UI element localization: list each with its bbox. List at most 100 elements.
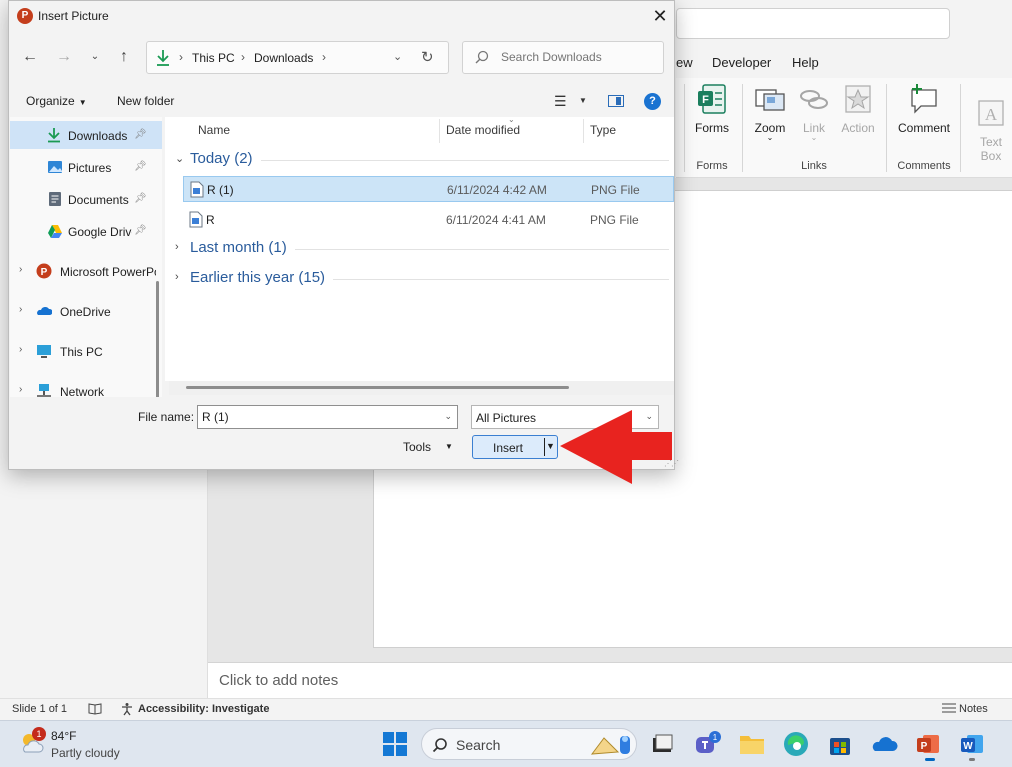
accessibility-status[interactable]: Accessibility: Investigate xyxy=(138,703,269,715)
nav-item-microsoft-powerpoint[interactable]: › P Microsoft PowerPoint xyxy=(10,257,162,285)
notes-toggle-button[interactable]: Notes xyxy=(959,703,988,715)
expand-chevron-icon[interactable]: › xyxy=(19,384,22,395)
teams-icon[interactable]: 1 xyxy=(693,730,721,758)
menu-developer[interactable]: Developer xyxy=(712,55,771,70)
expand-chevron-icon[interactable]: › xyxy=(19,264,22,275)
forward-button[interactable]: → xyxy=(52,45,76,69)
file-type: PNG File xyxy=(591,183,640,197)
comment-icon xyxy=(911,84,937,114)
file-name-input[interactable] xyxy=(202,410,432,424)
insert-button[interactable]: Insert ▼ xyxy=(472,435,558,459)
menu-review[interactable]: ew xyxy=(676,55,693,70)
edge-icon[interactable] xyxy=(782,730,810,758)
column-header-name[interactable]: Name xyxy=(198,123,230,137)
nav-item-downloads[interactable]: Downloads 📌︎ xyxy=(10,121,162,149)
search-input[interactable] xyxy=(501,50,659,64)
breadcrumb-this-pc[interactable]: This PC xyxy=(192,51,235,65)
file-row[interactable]: R 6/11/2024 4:41 AM PNG File xyxy=(183,207,674,233)
breadcrumb-separator[interactable]: › xyxy=(179,50,183,64)
address-bar[interactable]: › This PC › Downloads › ⌄ ↻ xyxy=(146,41,449,74)
documents-icon xyxy=(49,192,61,206)
horizontal-scrollbar-thumb[interactable] xyxy=(186,386,569,389)
collapse-chevron-icon[interactable]: ⌄ xyxy=(175,152,184,165)
spell-check-book-icon[interactable] xyxy=(88,702,102,718)
comment-button[interactable]: Comment xyxy=(894,82,954,135)
organize-button[interactable]: Organize ▼ xyxy=(26,94,87,108)
nav-item-network[interactable]: › Network xyxy=(10,377,162,397)
group-header-last-month[interactable]: › Last month (1) xyxy=(173,238,669,260)
breadcrumb-downloads[interactable]: Downloads xyxy=(254,51,313,65)
nav-item-onedrive[interactable]: › OneDrive xyxy=(10,297,162,325)
ribbon-group-comments: Comments xyxy=(897,160,951,172)
up-folder-button[interactable]: ↑ xyxy=(112,45,136,69)
svg-text:P: P xyxy=(921,741,928,752)
nav-item-google-drive[interactable]: Google Drive 📌︎ xyxy=(10,217,162,245)
column-header-date-modified[interactable]: Date modified xyxy=(446,123,520,137)
file-explorer-icon[interactable] xyxy=(648,730,676,758)
zoom-button[interactable]: Zoom ⌄ xyxy=(750,82,790,142)
tools-button[interactable]: Tools ▼ xyxy=(395,436,461,458)
expand-chevron-icon[interactable]: › xyxy=(19,304,22,315)
pin-icon: 📌︎ xyxy=(134,161,147,172)
microsoft-store-icon[interactable] xyxy=(826,730,854,758)
navigation-scrollbar[interactable] xyxy=(156,281,159,397)
forms-icon: F xyxy=(698,84,726,114)
notes-pane[interactable]: Click to add notes xyxy=(208,662,1012,698)
expand-chevron-icon[interactable]: › xyxy=(175,241,179,253)
chevron-down-icon[interactable]: ⌄ xyxy=(444,411,452,422)
recent-locations-dropdown[interactable]: ⌄ xyxy=(83,45,107,69)
new-folder-button[interactable]: New folder xyxy=(117,94,174,108)
menu-help[interactable]: Help xyxy=(792,55,819,70)
weather-condition[interactable]: Partly cloudy xyxy=(51,746,120,760)
nav-item-pictures[interactable]: Pictures 📌︎ xyxy=(10,153,162,181)
file-type: PNG File xyxy=(590,213,639,227)
expand-chevron-icon[interactable]: › xyxy=(175,271,179,283)
navigation-pane: Downloads 📌︎ Pictures 📌︎ Documents 📌︎ Go… xyxy=(10,117,162,397)
powerpoint-menu-bar: ew Developer Help xyxy=(676,50,1012,76)
slide-thumbnails-pane[interactable] xyxy=(0,470,208,698)
expand-chevron-icon[interactable]: › xyxy=(19,344,22,355)
png-file-icon xyxy=(190,181,204,198)
group-label: Earlier this year (15) xyxy=(190,269,334,286)
help-icon[interactable]: ? xyxy=(644,93,661,110)
group-header-earlier-this-year[interactable]: › Earlier this year (15) xyxy=(173,268,669,290)
nav-item-this-pc[interactable]: › This PC xyxy=(10,337,162,365)
back-button[interactable]: ← xyxy=(18,45,42,69)
weather-temperature[interactable]: 84°F xyxy=(51,729,76,743)
file-name-combobox[interactable]: ⌄ xyxy=(197,405,458,429)
folder-icon[interactable] xyxy=(738,730,766,758)
view-options-icon[interactable]: ☰ xyxy=(554,93,567,110)
text-box-button[interactable]: A Text Box xyxy=(974,82,1008,177)
google-drive-icon xyxy=(48,225,62,238)
nav-item-label: Google Drive xyxy=(68,225,132,239)
preview-pane-icon[interactable] xyxy=(608,95,624,107)
refresh-icon[interactable]: ↻ xyxy=(421,48,434,66)
search-icon xyxy=(432,738,447,753)
onedrive-icon[interactable] xyxy=(870,730,898,758)
insert-dropdown-caret-icon[interactable]: ▼ xyxy=(546,441,556,451)
link-button[interactable]: Link ⌄ xyxy=(796,82,832,142)
link-icon xyxy=(800,90,828,109)
breadcrumb-separator[interactable]: › xyxy=(322,50,326,64)
action-button[interactable]: Action xyxy=(836,82,880,135)
taskbar-search-box[interactable]: Search xyxy=(421,728,637,760)
address-history-dropdown[interactable]: ⌄ xyxy=(393,50,402,63)
powerpoint-search-box[interactable] xyxy=(676,8,950,39)
forms-label: Forms xyxy=(695,121,729,135)
accessibility-icon xyxy=(120,702,134,719)
close-button[interactable]: ✕ xyxy=(649,5,671,27)
tools-label: Tools xyxy=(403,440,432,454)
view-options-caret-icon[interactable]: ▼ xyxy=(579,96,587,105)
nav-item-documents[interactable]: Documents 📌︎ xyxy=(10,185,162,213)
file-row[interactable]: R (1) 6/11/2024 4:42 AM PNG File xyxy=(183,176,674,202)
pin-icon: 📌︎ xyxy=(134,129,147,140)
breadcrumb-separator[interactable]: › xyxy=(241,50,245,64)
teams-badge-count: 1 xyxy=(713,733,718,742)
powerpoint-icon[interactable]: P xyxy=(914,730,942,758)
windows-start-icon[interactable] xyxy=(383,732,407,756)
search-downloads-box[interactable] xyxy=(462,41,664,74)
column-header-type[interactable]: Type xyxy=(590,123,616,137)
word-icon[interactable]: W xyxy=(958,730,986,758)
forms-button[interactable]: F Forms xyxy=(693,82,731,135)
group-header-today[interactable]: ⌄ Today (2) xyxy=(173,149,669,171)
